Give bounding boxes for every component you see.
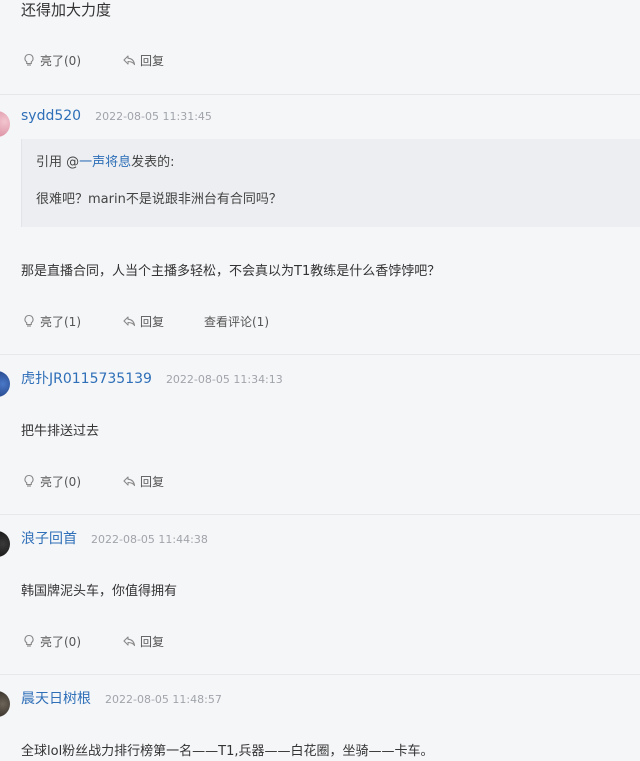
username[interactable]: sydd520 — [21, 108, 81, 124]
divider — [0, 674, 640, 675]
light-bulb-icon — [22, 474, 36, 488]
timestamp: 2022-08-05 11:34:13 — [165, 373, 283, 386]
reply-arrow-icon — [122, 474, 136, 488]
quote-prefix: 引用 @ — [36, 155, 80, 170]
reply-button[interactable]: 回复 — [122, 313, 204, 330]
post-actions: 亮了(0) 回复 — [22, 631, 204, 651]
reply-label: 回复 — [140, 53, 165, 68]
username[interactable]: 浪子回首 — [21, 528, 77, 548]
avatar[interactable] — [0, 111, 10, 137]
like-button[interactable]: 亮了(0) — [22, 633, 122, 650]
post-header: sydd520 2022-08-05 11:31:45 — [21, 108, 212, 128]
light-bulb-icon — [22, 314, 36, 328]
quote-block: 引用 @一声将息发表的: 很难吧？marin不是说跟非洲台有合同吗？ — [21, 139, 640, 227]
like-button[interactable]: 亮了(0) — [22, 473, 122, 490]
like-label: 亮了(0) — [40, 474, 81, 489]
post-header: 浪子回首 2022-08-05 11:44:38 — [21, 528, 208, 548]
previous-post-text: 还得加大力度 — [21, 1, 112, 19]
divider — [0, 94, 640, 95]
like-button[interactable]: 亮了(0) — [22, 52, 122, 69]
reply-button[interactable]: 回复 — [122, 52, 204, 69]
quote-username[interactable]: 一声将息 — [79, 155, 131, 170]
light-bulb-icon — [22, 634, 36, 648]
reply-arrow-icon — [122, 634, 136, 648]
post-text: 全球lol粉丝战力排行榜第一名——T1,兵器——白花圈，坐骑——卡车。 — [21, 744, 434, 759]
like-label: 亮了(0) — [40, 53, 81, 68]
post-header: 晨天日树根 2022-08-05 11:48:57 — [21, 688, 222, 708]
username[interactable]: 晨天日树根 — [21, 688, 91, 708]
light-bulb-icon — [22, 53, 36, 67]
reply-button[interactable]: 回复 — [122, 473, 204, 490]
post-text: 韩国牌泥头车，你值得拥有 — [21, 584, 178, 599]
post-actions: 亮了(0) 回复 — [22, 50, 204, 70]
timestamp: 2022-08-05 11:44:38 — [91, 533, 208, 546]
reply-button[interactable]: 回复 — [122, 633, 204, 650]
divider — [0, 354, 640, 355]
reply-arrow-icon — [122, 53, 136, 67]
avatar[interactable] — [0, 371, 10, 397]
like-label: 亮了(0) — [40, 634, 81, 649]
post-actions: 亮了(1) 回复 查看评论(1) — [22, 311, 269, 331]
divider — [0, 514, 640, 515]
post-text: 那是直播合同，人当个主播多轻松，不会真以为T1教练是什么香饽饽吧？ — [21, 264, 441, 279]
like-label: 亮了(1) — [40, 314, 81, 329]
reply-arrow-icon — [122, 314, 136, 328]
quote-suffix: 发表的: — [131, 155, 175, 170]
quote-text: 很难吧？marin不是说跟非洲台有合同吗？ — [36, 192, 282, 207]
post-text: 把牛排送过去 — [21, 424, 100, 439]
timestamp: 2022-08-05 11:48:57 — [105, 693, 222, 706]
username[interactable]: 虎扑JR0115735139 — [21, 368, 152, 388]
like-button[interactable]: 亮了(1) — [22, 313, 122, 330]
reply-label: 回复 — [140, 474, 165, 489]
reply-label: 回复 — [140, 314, 165, 329]
view-comments-label: 查看评论(1) — [204, 314, 269, 329]
post-actions: 亮了(0) 回复 — [22, 471, 204, 491]
quote-header: 引用 @一声将息发表的: — [36, 151, 175, 170]
reply-label: 回复 — [140, 634, 165, 649]
avatar[interactable] — [0, 531, 10, 557]
timestamp: 2022-08-05 11:31:45 — [95, 110, 212, 123]
post-header: 虎扑JR0115735139 2022-08-05 11:34:13 — [21, 368, 283, 388]
avatar[interactable] — [0, 691, 10, 717]
view-comments-link[interactable]: 查看评论(1) — [204, 313, 269, 330]
